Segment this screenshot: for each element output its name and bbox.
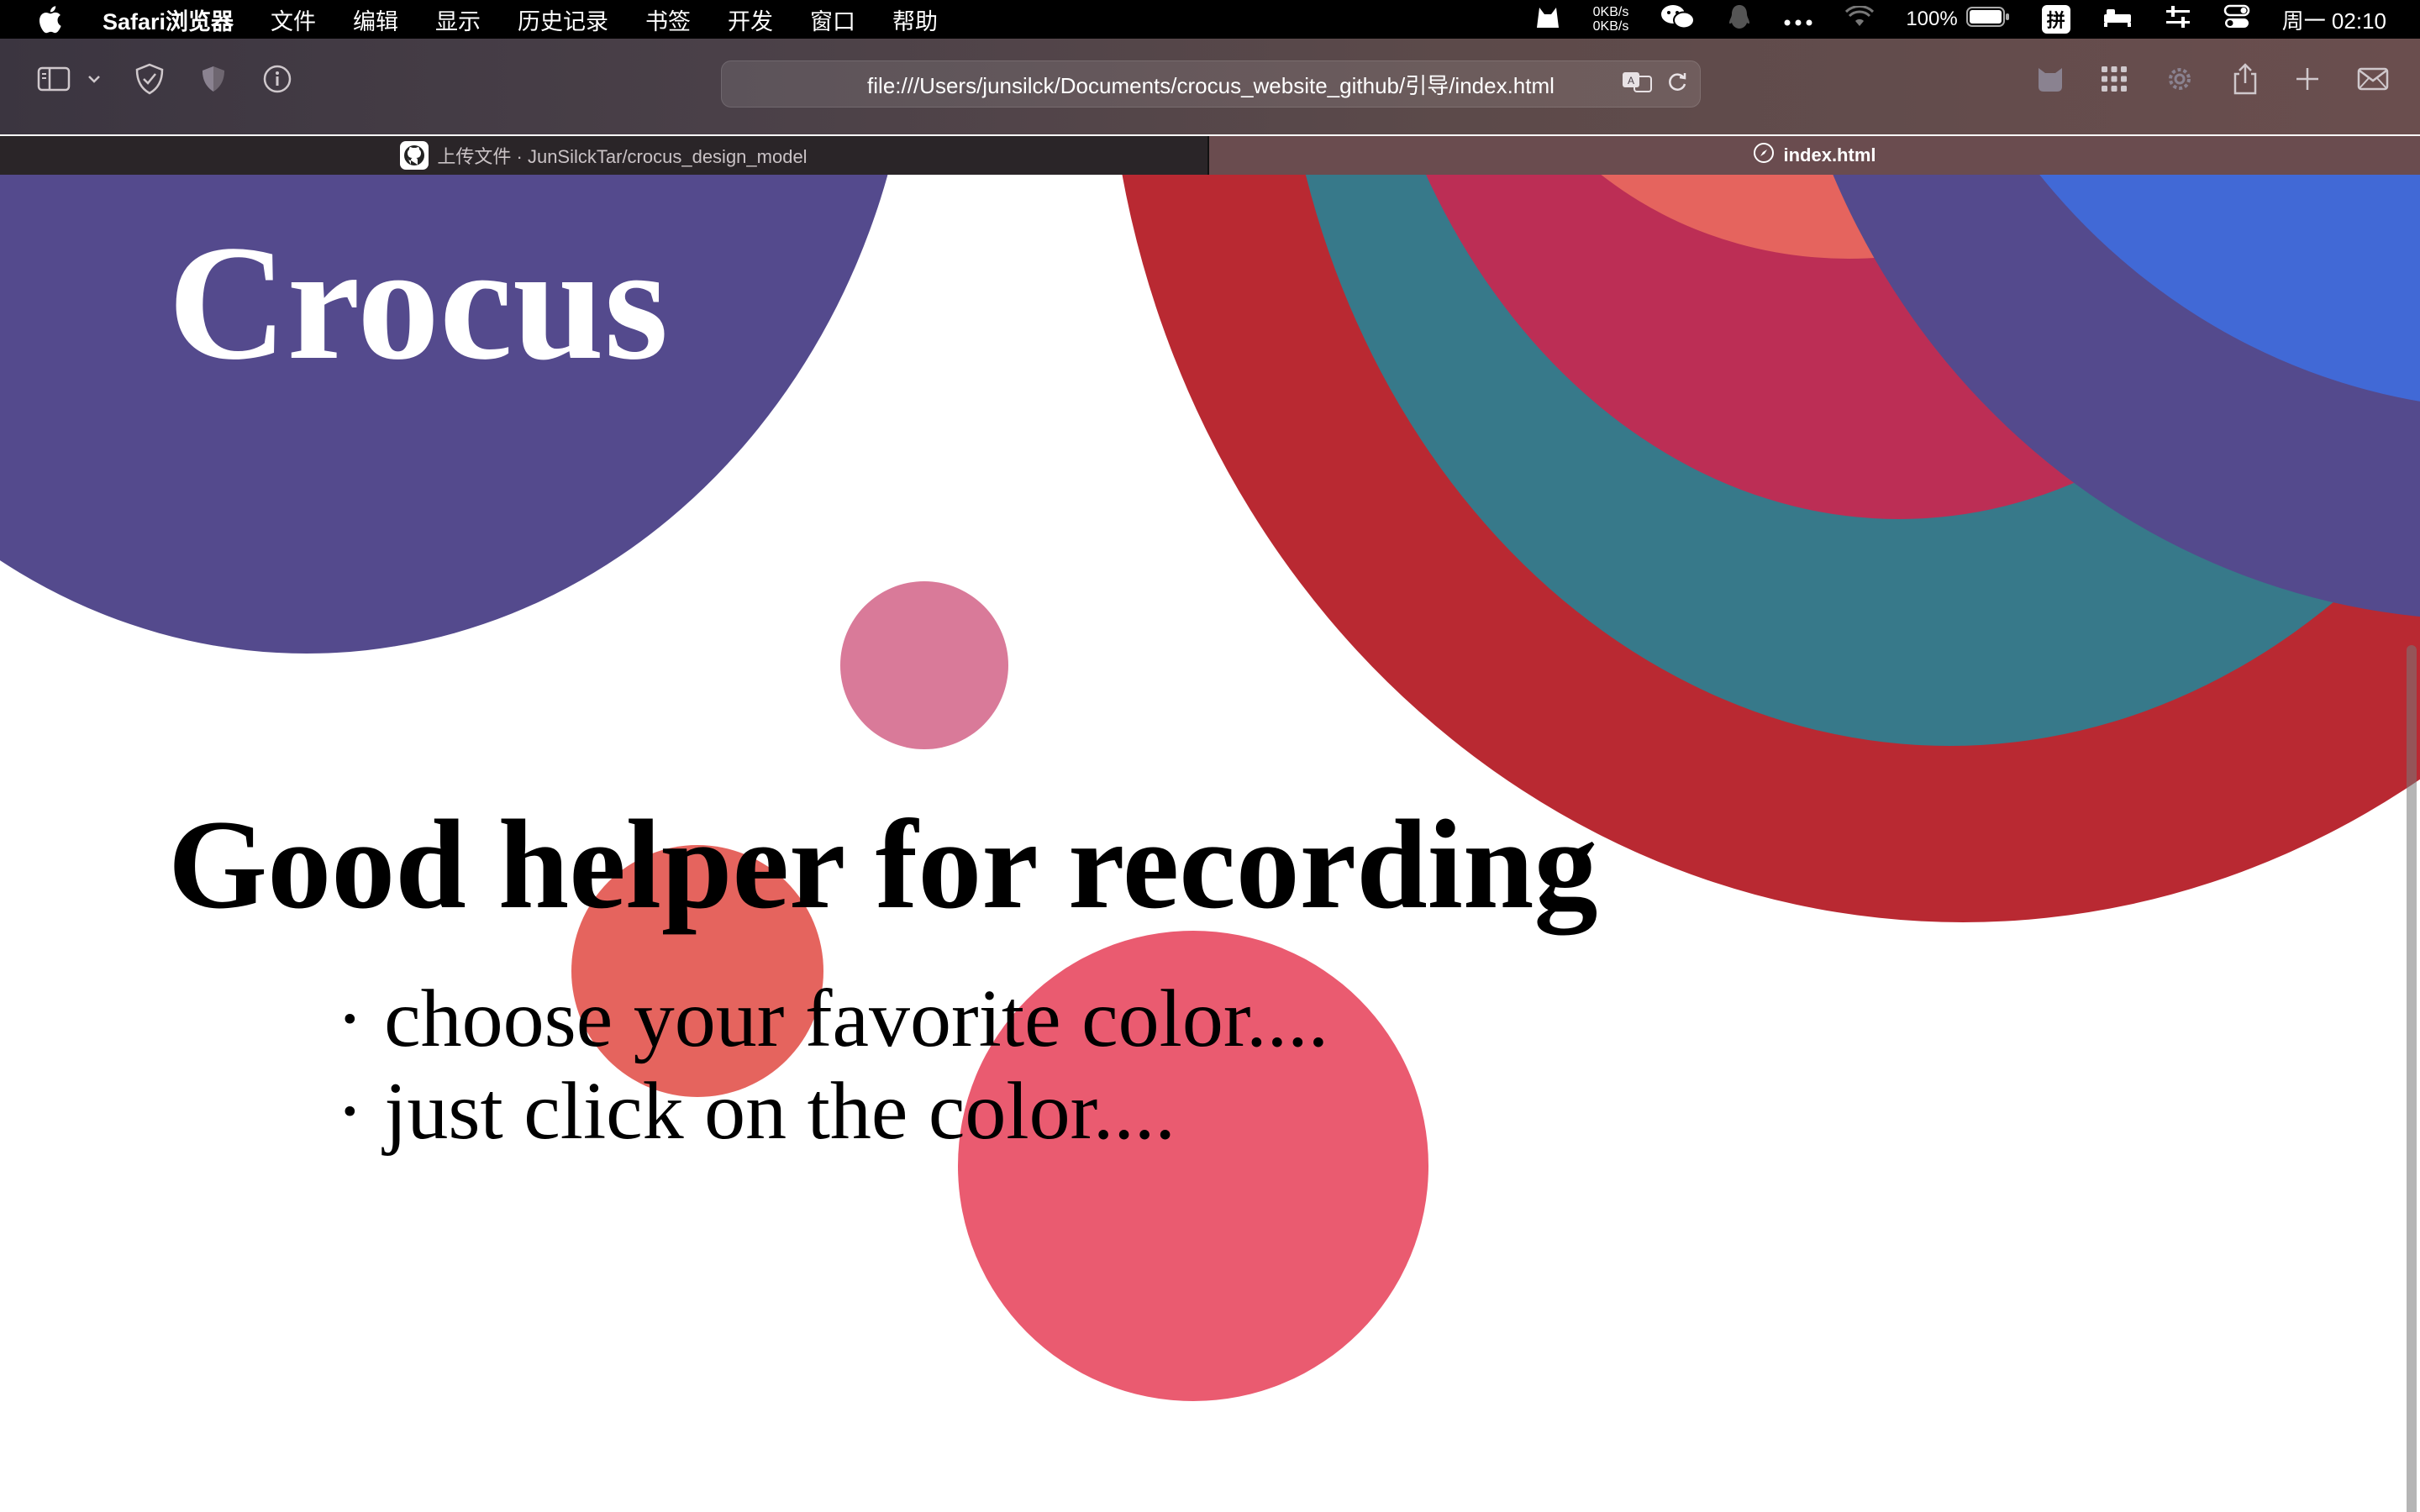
more-icon[interactable] (1783, 7, 1813, 33)
tab-github-upload[interactable]: 上传文件 · JunSilckTar/crocus_design_model (0, 136, 1209, 175)
wifi-icon[interactable] (1845, 4, 1875, 34)
menu-window[interactable]: 窗口 (810, 3, 855, 36)
bed-icon[interactable] (2102, 6, 2133, 34)
cat-extension-icon (2035, 65, 2065, 97)
network-speed[interactable]: 0KB/s 0KB/s (1593, 5, 1629, 34)
cat-icon[interactable] (1534, 4, 1561, 35)
grid-icon (2100, 65, 2128, 97)
apple-icon[interactable] (30, 5, 69, 34)
address-bar[interactable]: file:///Users/junsilck/Documents/crocus_… (721, 60, 1701, 108)
battery-percent: 100% (1906, 8, 1958, 30)
menu-app-name[interactable]: Safari浏览器 (103, 3, 234, 36)
menu-view[interactable]: 显示 (435, 3, 481, 36)
net-down-speed: 0KB/s (1592, 19, 1629, 34)
share-button[interactable] (2223, 62, 2267, 100)
tab-overview-button[interactable] (2092, 64, 2136, 97)
chevron-down-icon (87, 73, 101, 88)
tab-label: index.html (1783, 144, 1876, 165)
feature-list: · choose your favorite color.... · just … (336, 973, 1328, 1158)
share-icon (2232, 62, 2259, 100)
github-icon (400, 141, 429, 170)
info-icon (262, 64, 292, 98)
tab-label: 上传文件 · JunSilckTar/crocus_design_model (437, 146, 808, 167)
compass-icon (1753, 142, 1775, 169)
pink-dot[interactable] (840, 581, 1008, 749)
menu-bar: Safari浏览器 文件 编辑 显示 历史记录 书签 开发 窗口 帮助 0KB/… (0, 0, 2420, 39)
reload-icon[interactable] (1666, 70, 1688, 99)
tab-index-html[interactable]: index.html (1209, 136, 2420, 175)
cat-extension-button[interactable] (2028, 64, 2072, 97)
list-item: · choose your favorite color.... (336, 974, 1329, 1064)
url-text[interactable]: file:///Users/junsilck/Documents/crocus_… (867, 69, 1555, 100)
shield-check-icon (134, 63, 165, 99)
settings-button[interactable] (2158, 64, 2202, 97)
list-item: · just click on the color.... (336, 1066, 1176, 1157)
menu-edit[interactable]: 编辑 (353, 3, 398, 36)
web-page: Crocus Good helper for recording · choos… (0, 175, 2420, 1512)
sidebar-toggle-button[interactable] (32, 64, 76, 97)
info-button[interactable] (255, 64, 299, 97)
mail-icon (2357, 66, 2389, 96)
menu-help[interactable]: 帮助 (892, 3, 938, 36)
tab-bar: 上传文件 · JunSilckTar/crocus_design_model i… (0, 136, 2420, 175)
sidebar-icon (37, 66, 71, 97)
gear-icon (2165, 64, 2195, 98)
translate-icon[interactable]: A (1621, 69, 1655, 100)
shield-icon (201, 65, 226, 97)
svg-text:A: A (1628, 75, 1634, 87)
sliders-icon[interactable] (2165, 4, 2191, 35)
qq-icon[interactable] (1728, 3, 1751, 36)
wechat-icon[interactable] (1660, 3, 1696, 36)
page-title: Crocus (168, 212, 669, 394)
input-method-label: 拼 (2046, 10, 2065, 31)
battery-status[interactable]: 100% (1906, 6, 2010, 33)
page-heading: Good helper for recording (168, 794, 1598, 935)
new-tab-button[interactable] (2286, 64, 2329, 97)
menu-history[interactable]: 历史记录 (518, 3, 608, 36)
menu-clock[interactable]: 周一 02:10 (2282, 4, 2386, 35)
menu-bookmarks[interactable]: 书签 (645, 3, 691, 36)
net-up-speed: 0KB/s (1592, 5, 1629, 19)
battery-icon (1965, 6, 2010, 33)
menu-file[interactable]: 文件 (271, 3, 316, 36)
extension-shield-button[interactable] (192, 64, 235, 97)
browser-toolbar: file:///Users/junsilck/Documents/crocus_… (0, 39, 2420, 134)
privacy-report-button[interactable] (128, 63, 171, 99)
sidebar-menu-button[interactable] (77, 64, 111, 97)
mail-button[interactable] (2351, 64, 2395, 97)
input-method-icon[interactable]: 拼 (2041, 5, 2070, 34)
menu-develop[interactable]: 开发 (728, 3, 773, 36)
control-center-icon[interactable] (2223, 4, 2250, 35)
page-scrollbar[interactable] (2407, 645, 2417, 1512)
plus-icon (2295, 66, 2320, 96)
